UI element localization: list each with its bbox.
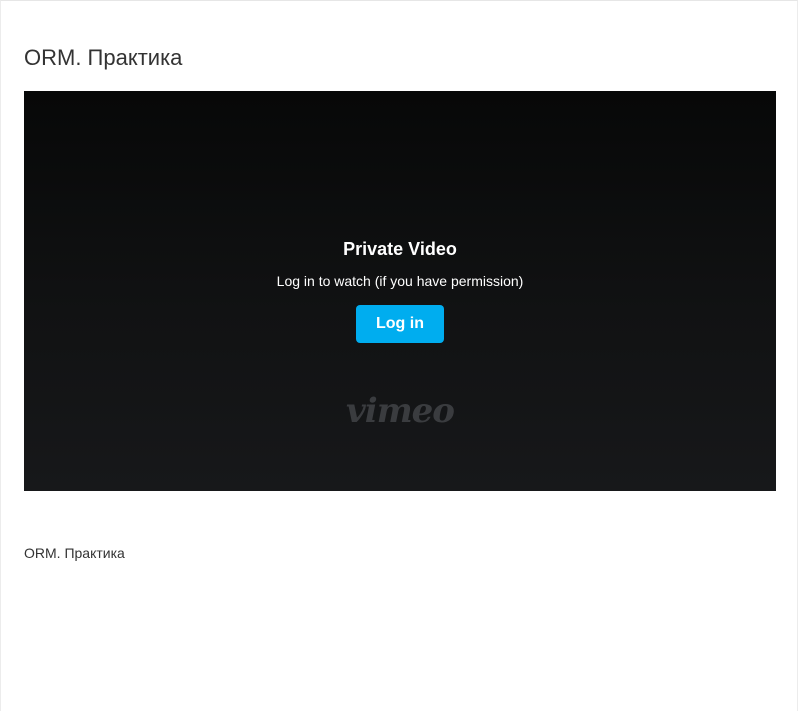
vimeo-logo: vimeo xyxy=(346,391,455,431)
private-video-title: Private Video xyxy=(343,239,457,259)
page: ORM. Практика Private Video Log in to wa… xyxy=(0,0,798,711)
video-description: ORM. Практика xyxy=(24,545,125,561)
private-video-message: Log in to watch (if you have permission) xyxy=(276,273,524,289)
login-button[interactable]: Log in xyxy=(356,305,444,343)
video-player[interactable]: Private Video Log in to watch (if you ha… xyxy=(24,91,776,491)
page-title: ORM. Практика xyxy=(24,45,183,70)
